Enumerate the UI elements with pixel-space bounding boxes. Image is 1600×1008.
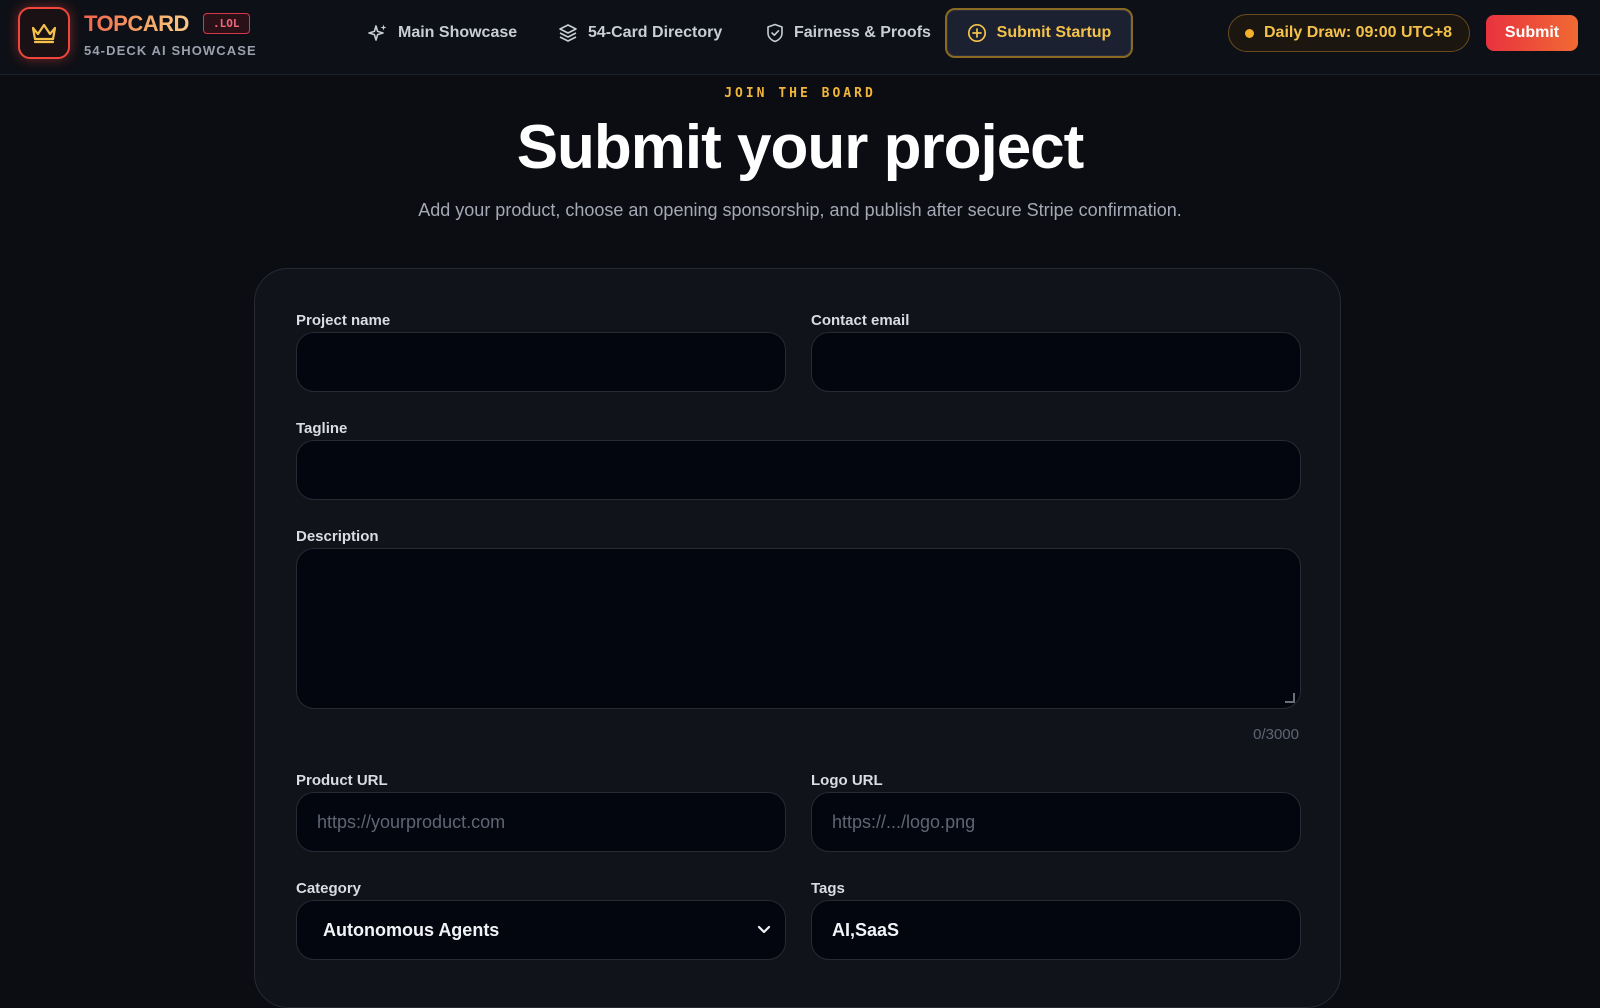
category-select[interactable]: Autonomous Agents xyxy=(296,900,786,960)
nav-fairness-proofs[interactable]: Fairness & Proofs xyxy=(766,8,931,58)
product-url-input[interactable] xyxy=(296,792,786,852)
description-textarea[interactable] xyxy=(296,548,1301,709)
page-subtitle: Add your product, choose an opening spon… xyxy=(418,200,1182,220)
daily-draw-label: Daily Draw: 09:00 UTC+8 xyxy=(1264,24,1453,41)
nav-card-directory[interactable]: 54-Card Directory xyxy=(558,8,722,58)
eyebrow-label: JOIN THE BOARD xyxy=(724,86,876,101)
category-label: Category xyxy=(296,880,362,897)
shield-check-icon xyxy=(767,23,783,43)
nav-fairness-proofs-label: Fairness & Proofs xyxy=(794,24,931,41)
logo-url-label: Logo URL xyxy=(811,772,883,789)
product-url-label: Product URL xyxy=(296,772,388,789)
logo-url-input[interactable] xyxy=(811,792,1301,852)
chevron-down-icon xyxy=(757,925,771,934)
submission-form-card: Project name Contact email Tagline Descr… xyxy=(254,268,1341,1008)
project-name-input[interactable] xyxy=(296,332,786,392)
tagline-input[interactable] xyxy=(296,440,1301,500)
contact-email-label: Contact email xyxy=(811,312,910,329)
resize-handle-icon[interactable] xyxy=(1285,693,1295,703)
page-title: Submit your project xyxy=(516,113,1085,182)
crown-icon xyxy=(31,23,57,44)
brand-name[interactable]: TOPCARD xyxy=(84,11,189,37)
nav-main-showcase-label: Main Showcase xyxy=(398,24,518,41)
layers-icon xyxy=(559,24,577,42)
contact-email-input[interactable] xyxy=(811,332,1301,392)
brand-logo[interactable] xyxy=(18,7,70,59)
daily-draw-badge[interactable]: Daily Draw: 09:00 UTC+8 xyxy=(1228,14,1470,52)
project-name-label: Project name xyxy=(296,312,391,329)
nav-card-directory-label: 54-Card Directory xyxy=(588,24,723,41)
description-label: Description xyxy=(296,528,379,545)
tags-value: AI,SaaS xyxy=(832,919,900,940)
plus-circle-icon xyxy=(967,23,986,43)
sparkles-icon xyxy=(368,24,387,41)
tagline-label: Tagline xyxy=(296,420,348,437)
category-selected-value: Autonomous Agents xyxy=(323,919,500,940)
top-navigation-bar: TOPCARD .LOL 54-DECK AI SHOWCASE Main Sh… xyxy=(0,0,1600,75)
submit-button[interactable]: Submit xyxy=(1486,15,1578,51)
status-dot-icon xyxy=(1245,28,1254,38)
tags-label: Tags xyxy=(811,880,845,897)
brand-tld-badge: .LOL xyxy=(203,13,250,34)
nav-main-showcase[interactable]: Main Showcase xyxy=(368,8,517,58)
tags-input[interactable]: AI,SaaS xyxy=(811,900,1301,960)
description-char-counter: 0/3000 xyxy=(1253,726,1299,743)
nav-submit-startup[interactable]: Submit Startup xyxy=(945,8,1133,58)
nav-submit-startup-label: Submit Startup xyxy=(996,24,1112,41)
brand-tagline: 54-DECK AI SHOWCASE xyxy=(84,43,257,58)
